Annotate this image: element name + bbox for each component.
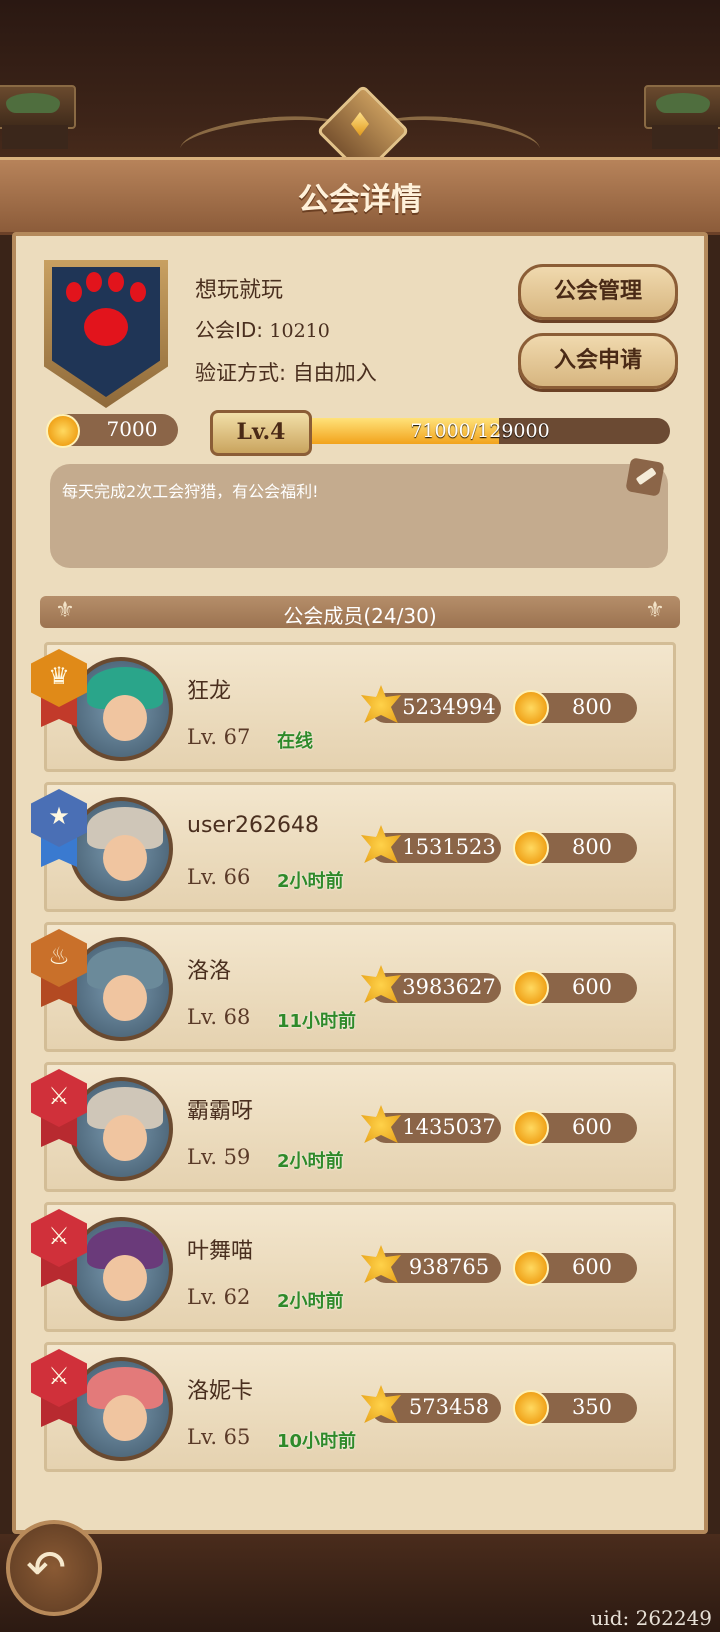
member-status: 2小时前: [277, 1291, 344, 1312]
member-status: 10小时前: [277, 1431, 357, 1452]
member-power: 3983627: [361, 965, 501, 1003]
guild-level-badge: Lv.4: [210, 410, 312, 456]
member-level: Lv. 68: [187, 1005, 251, 1029]
member-row[interactable]: ♛ 狂龙 Lv. 67 在线 5234994 800: [31, 642, 676, 772]
member-power: 938765: [361, 1245, 501, 1283]
swords-icon: ⚔: [31, 1209, 87, 1287]
member-level: Lv. 67: [187, 725, 251, 749]
coin-icon: [513, 970, 549, 1006]
member-contribution-value: 800: [571, 835, 613, 859]
member-contribution-value: 600: [571, 1255, 613, 1279]
member-row[interactable]: ⚔ 叶舞喵 Lv. 62 2小时前 938765 600: [31, 1202, 676, 1332]
member-status: 11小时前: [277, 1011, 357, 1032]
member-name: 洛洛: [187, 959, 232, 984]
header-bar: 公会详情: [0, 157, 720, 235]
member-power: 1435037: [361, 1105, 501, 1143]
edit-icon[interactable]: [625, 457, 665, 497]
paw-icon: [84, 308, 128, 346]
guild-gold-value: 7000: [106, 417, 158, 441]
guild-gold: 7000: [46, 414, 178, 448]
member-contribution-value: 800: [571, 695, 613, 719]
coin-icon: [513, 830, 549, 866]
crown-icon: ♛: [31, 649, 87, 727]
guild-xp-bar: 71000/129000: [290, 418, 670, 444]
power-icon: [361, 1245, 401, 1283]
member-power-value: 938765: [408, 1255, 490, 1279]
left-pillar-ornament: [0, 85, 76, 149]
member-level: Lv. 62: [187, 1285, 251, 1309]
member-contribution: 350: [513, 1390, 637, 1426]
member-power-value: 3983627: [402, 975, 496, 999]
guild-notice-text: 每天完成2次工会狩猎，有公会福利!: [62, 482, 319, 501]
member-contribution: 600: [513, 1110, 637, 1146]
coin-icon: [513, 690, 549, 726]
member-contribution: 800: [513, 690, 637, 726]
member-power: 573458: [361, 1385, 501, 1423]
guild-xp-text: 71000/129000: [410, 420, 550, 442]
back-arrow-icon: ↶: [26, 1540, 67, 1596]
members-header: ⚜ 公会成员(24/30) ⚜: [40, 596, 680, 628]
member-power: 1531523: [361, 825, 501, 863]
star-icon: ★: [31, 789, 87, 867]
member-status: 在线: [277, 731, 313, 752]
coin-icon: [513, 1390, 549, 1426]
flame-icon: ♨: [31, 929, 87, 1007]
guild-id: 公会ID: 10210: [195, 314, 330, 343]
fleur-icon: ⚜: [645, 598, 665, 623]
member-row[interactable]: ♨ 洛洛 Lv. 68 11小时前 3983627 600: [31, 922, 676, 1052]
power-icon: [361, 685, 401, 723]
power-icon: [361, 965, 401, 1003]
member-power-value: 5234994: [402, 695, 496, 719]
right-pillar-ornament: [644, 85, 720, 149]
member-level: Lv. 59: [187, 1145, 251, 1169]
member-row[interactable]: ⚔ 霸霸呀 Lv. 59 2小时前 1435037 600: [31, 1062, 676, 1192]
guild-verify-mode: 验证方式: 自由加入: [195, 361, 377, 385]
member-row[interactable]: ⚔ 洛妮卡 Lv. 65 10小时前 573458 350: [31, 1342, 676, 1472]
member-name: 狂龙: [187, 679, 232, 704]
coin-icon: [513, 1250, 549, 1286]
member-power: 5234994: [361, 685, 501, 723]
member-name: 洛妮卡: [187, 1379, 254, 1404]
join-requests-button[interactable]: 入会申请: [518, 333, 678, 389]
member-name: user262648: [187, 813, 319, 838]
member-power-value: 1435037: [402, 1115, 496, 1139]
member-contribution: 800: [513, 830, 637, 866]
guild-id-label: 公会ID:: [195, 318, 264, 342]
user-id: uid: 262249: [590, 1606, 712, 1630]
member-status: 2小时前: [277, 1151, 344, 1172]
page-title: 公会详情: [298, 182, 422, 218]
member-row[interactable]: ★ user262648 Lv. 66 2小时前 1531523 800: [31, 782, 676, 912]
guild-notice: 每天完成2次工会狩猎，有公会福利!: [50, 457, 668, 568]
member-name: 叶舞喵: [187, 1239, 254, 1264]
member-name: 霸霸呀: [187, 1099, 254, 1124]
power-icon: [361, 1385, 401, 1423]
coin-icon: [513, 1110, 549, 1146]
power-icon: [361, 1105, 401, 1143]
member-level: Lv. 66: [187, 865, 251, 889]
member-contribution: 600: [513, 1250, 637, 1286]
member-contribution: 600: [513, 970, 637, 1006]
coin-icon: [46, 414, 80, 448]
member-power-value: 1531523: [402, 835, 496, 859]
members-title: 公会成员(24/30): [283, 604, 437, 628]
member-power-value: 573458: [408, 1395, 490, 1419]
member-contribution-value: 600: [571, 1115, 613, 1139]
member-level: Lv. 65: [187, 1425, 251, 1449]
back-button[interactable]: ↶: [6, 1520, 102, 1616]
swords-icon: ⚔: [31, 1349, 87, 1427]
manage-guild-button[interactable]: 公会管理: [518, 264, 678, 320]
member-status: 2小时前: [277, 871, 344, 892]
swords-icon: ⚔: [31, 1069, 87, 1147]
guild-emblem: [44, 260, 168, 408]
member-contribution-value: 350: [571, 1395, 613, 1419]
guild-name: 想玩就玩: [195, 278, 284, 303]
member-contribution-value: 600: [571, 975, 613, 999]
guild-id-value: 10210: [269, 320, 330, 342]
power-icon: [361, 825, 401, 863]
